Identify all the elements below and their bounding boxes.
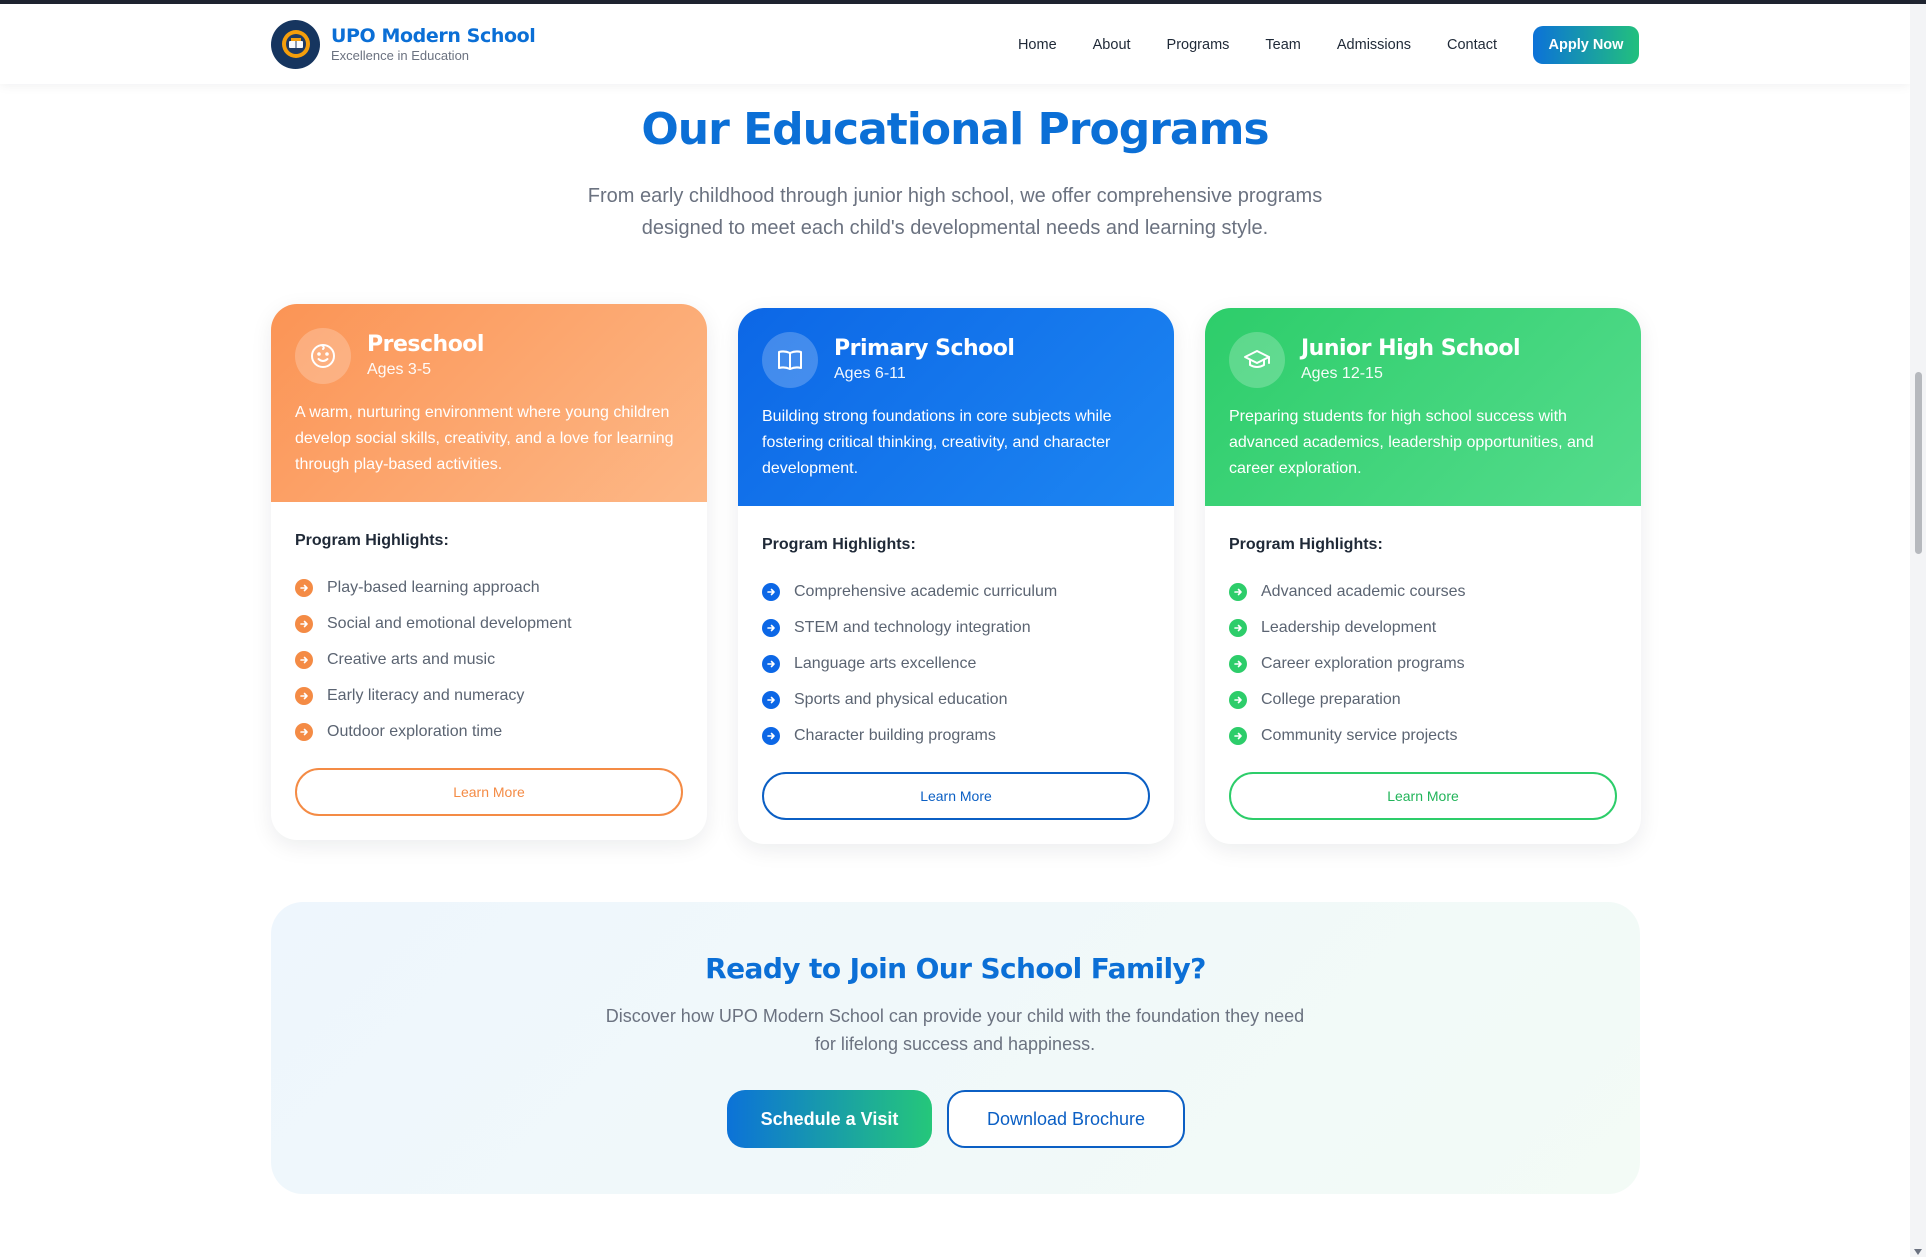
highlight-text: Community service projects	[1261, 727, 1458, 744]
brand-tagline: Excellence in Education	[331, 48, 470, 63]
highlight-text: Leadership development	[1261, 619, 1437, 636]
highlight-text: College preparation	[1261, 691, 1401, 708]
page: UPO Modern School Excellence in Educatio…	[0, 0, 1926, 1257]
arrow-right-icon	[295, 651, 313, 669]
list-item: Career exploration programs	[1229, 646, 1617, 682]
card-ages: Ages 3-5	[367, 361, 432, 378]
card-description: A warm, nurturing environment where youn…	[295, 404, 674, 473]
list-item: Leadership development	[1229, 610, 1617, 646]
arrow-right-icon	[1229, 655, 1247, 673]
program-card-preschool: Preschool Ages 3-5 A warm, nurturing env…	[271, 304, 707, 840]
brand-name: UPO Modern School	[331, 25, 536, 47]
list-item: Outdoor exploration time	[295, 714, 683, 750]
program-card-primary: Primary School Ages 6-11 Building strong…	[738, 308, 1174, 844]
download-brochure-button[interactable]: Download Brochure	[947, 1090, 1185, 1148]
arrow-right-icon	[762, 583, 780, 601]
brand[interactable]: UPO Modern School Excellence in Educatio…	[271, 19, 536, 69]
arrow-right-icon	[762, 691, 780, 709]
highlight-text: STEM and technology integration	[794, 619, 1031, 636]
card-header: Preschool Ages 3-5 A warm, nurturing env…	[271, 304, 707, 502]
card-description: Preparing students for high school succe…	[1229, 408, 1594, 477]
programs-subtitle: From early childhood through junior high…	[587, 185, 1323, 239]
arrow-right-icon	[762, 619, 780, 637]
school-logo-icon	[271, 19, 320, 69]
nav-contact[interactable]: Contact	[1447, 37, 1497, 53]
arrow-right-icon	[1229, 691, 1247, 709]
arrow-right-icon	[295, 579, 313, 597]
nav-programs[interactable]: Programs	[1167, 37, 1230, 53]
nav-admissions[interactable]: Admissions	[1337, 37, 1411, 53]
cta-panel: Ready to Join Our School Family? Discove…	[271, 902, 1640, 1194]
list-item: Character building programs	[762, 718, 1150, 754]
list-item: College preparation	[1229, 682, 1617, 718]
highlight-text: Career exploration programs	[1261, 655, 1465, 672]
cta-title: Ready to Join Our School Family?	[705, 952, 1206, 985]
arrow-right-icon	[1229, 583, 1247, 601]
programs-title: Our Educational Programs	[641, 104, 1269, 155]
arrow-right-icon	[295, 615, 313, 633]
list-item: Comprehensive academic curriculum	[762, 574, 1150, 610]
list-item: Creative arts and music	[295, 642, 683, 678]
nav-team[interactable]: Team	[1265, 37, 1300, 53]
arrow-right-icon	[762, 727, 780, 745]
list-item: STEM and technology integration	[762, 610, 1150, 646]
highlight-text: Language arts excellence	[794, 655, 977, 672]
arrow-right-icon	[295, 723, 313, 741]
card-title: Junior High School	[1301, 336, 1521, 361]
list-item: Social and emotional development	[295, 606, 683, 642]
learn-more-button[interactable]: Learn More	[762, 772, 1150, 820]
highlight-text: Play-based learning approach	[327, 579, 540, 596]
card-header: Primary School Ages 6-11 Building strong…	[738, 308, 1174, 506]
highlight-text: Sports and physical education	[794, 691, 1008, 708]
site-header: UPO Modern School Excellence in Educatio…	[0, 4, 1910, 84]
highlight-text: Comprehensive academic curriculum	[794, 583, 1058, 600]
apply-now-button[interactable]: Apply Now	[1533, 26, 1639, 64]
highlight-text: Character building programs	[794, 727, 996, 744]
highlights-heading: Program Highlights:	[1229, 536, 1383, 553]
arrow-right-icon	[295, 687, 313, 705]
main-nav: Home About Programs Team Admissions Cont…	[1018, 26, 1639, 64]
smile-face-icon	[295, 328, 351, 384]
highlight-text: Early literacy and numeracy	[327, 687, 525, 704]
list-item: Advanced academic courses	[1229, 574, 1617, 610]
scrollbar-thumb[interactable]	[1915, 372, 1922, 554]
learn-more-button[interactable]: Learn More	[295, 768, 683, 816]
list-item: Play-based learning approach	[295, 570, 683, 606]
schedule-visit-button[interactable]: Schedule a Visit	[727, 1090, 932, 1148]
scroll-down-arrow-icon[interactable]	[1914, 1249, 1922, 1255]
program-card-junior-high: Junior High School Ages 12-15 Preparing …	[1205, 308, 1641, 844]
card-title: Primary School	[834, 336, 1015, 361]
list-item: Community service projects	[1229, 718, 1617, 754]
card-description: Building strong foundations in core subj…	[762, 408, 1112, 477]
highlight-text: Social and emotional development	[327, 615, 572, 632]
learn-more-button[interactable]: Learn More	[1229, 772, 1617, 820]
arrow-right-icon	[762, 655, 780, 673]
highlight-text: Creative arts and music	[327, 651, 496, 668]
arrow-right-icon	[1229, 619, 1247, 637]
card-header: Junior High School Ages 12-15 Preparing …	[1205, 308, 1641, 506]
list-item: Language arts excellence	[762, 646, 1150, 682]
highlights-heading: Program Highlights:	[295, 532, 449, 549]
graduation-cap-icon	[1229, 332, 1285, 388]
highlight-text: Outdoor exploration time	[327, 723, 503, 740]
arrow-right-icon	[1229, 727, 1247, 745]
card-ages: Ages 6-11	[834, 365, 906, 382]
nav-home[interactable]: Home	[1018, 37, 1057, 53]
card-title: Preschool	[367, 332, 484, 357]
open-book-icon	[762, 332, 818, 388]
card-ages: Ages 12-15	[1301, 365, 1383, 382]
page-scrollbar[interactable]	[1910, 4, 1926, 1257]
list-item: Sports and physical education	[762, 682, 1150, 718]
cta-subtitle: Discover how UPO Modern School can provi…	[605, 1006, 1305, 1054]
highlights-heading: Program Highlights:	[762, 536, 916, 553]
highlight-text: Advanced academic courses	[1261, 583, 1466, 600]
list-item: Early literacy and numeracy	[295, 678, 683, 714]
nav-about[interactable]: About	[1093, 37, 1131, 53]
